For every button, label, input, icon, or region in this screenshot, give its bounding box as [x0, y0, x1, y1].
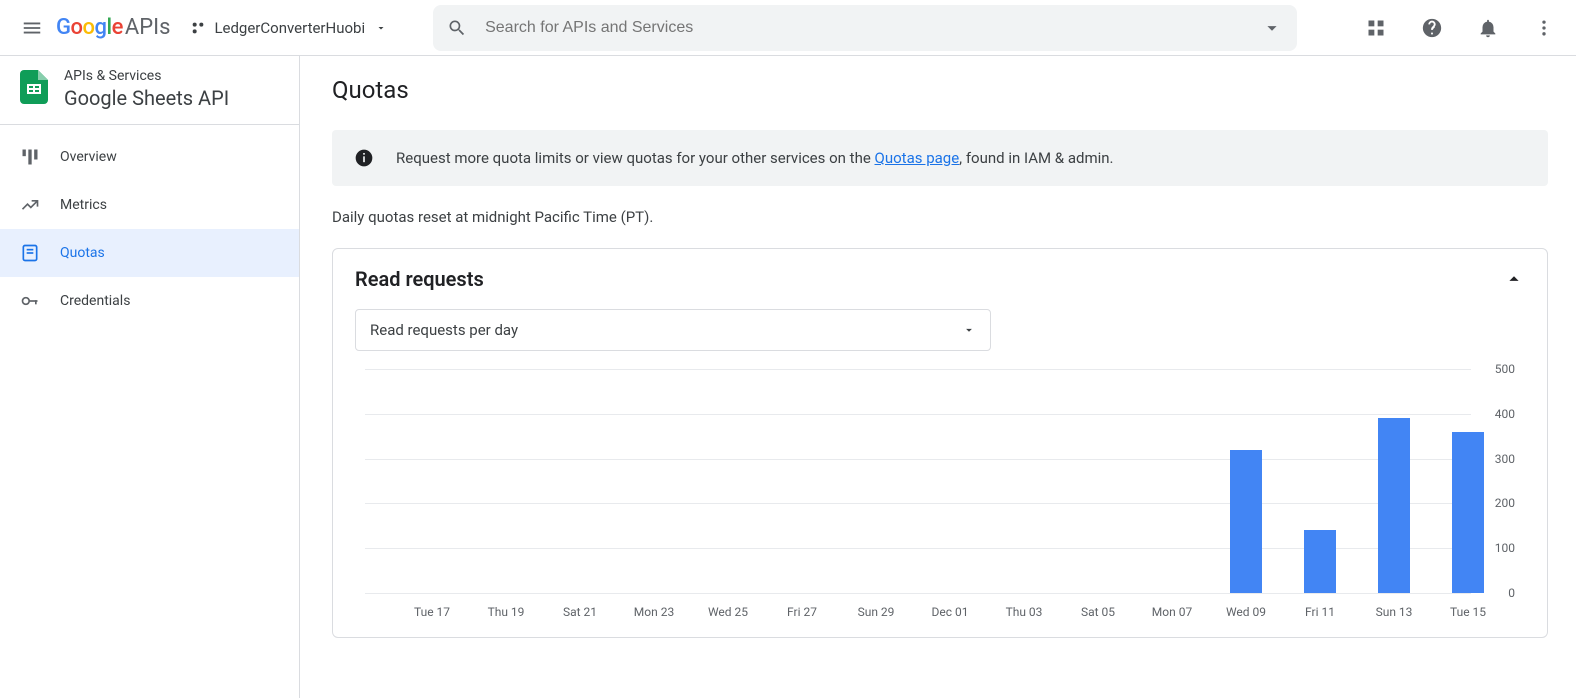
- chart-y-tick: 500: [1495, 362, 1515, 376]
- credentials-icon: [18, 291, 42, 311]
- info-text: Request more quota limits or view quotas…: [396, 149, 1114, 167]
- chart-x-tick: Wed 25: [708, 605, 748, 619]
- sidebar-item-credentials[interactable]: Credentials: [0, 277, 299, 325]
- read-requests-chart: 0100200300400500 Tue 17Thu 19Sat 21Mon 2…: [355, 369, 1471, 629]
- chart-x-tick: Thu 19: [488, 605, 525, 619]
- chart-x-tick: Sun 13: [1376, 605, 1413, 619]
- chart-bar: [1230, 450, 1262, 593]
- chart-gridline: [365, 459, 1471, 460]
- chart-x-tick: Mon 23: [634, 605, 674, 619]
- chart-bar: [1378, 418, 1410, 593]
- dropdown-value: Read requests per day: [370, 321, 518, 339]
- apis-label: APIs: [125, 15, 171, 40]
- search-icon: [447, 18, 467, 38]
- caret-down-icon: [962, 323, 976, 337]
- search-box[interactable]: [433, 5, 1297, 51]
- api-title: Google Sheets API: [64, 86, 229, 110]
- sidebar-header[interactable]: APIs & Services Google Sheets API: [0, 56, 299, 125]
- chart-gridline: [365, 414, 1471, 415]
- card-header[interactable]: Read requests: [355, 267, 1525, 291]
- chart-x-tick: Tue 15: [1450, 605, 1486, 619]
- card-title: Read requests: [355, 267, 484, 291]
- search-input[interactable]: [485, 19, 1261, 37]
- google-apis-logo[interactable]: Google APIs: [56, 15, 170, 40]
- project-picker[interactable]: LedgerConverterHuobi: [190, 19, 387, 37]
- chart-bar: [1452, 432, 1484, 593]
- sidebar: APIs & Services Google Sheets API Overvi…: [0, 56, 300, 698]
- sidebar-item-label: Metrics: [60, 197, 107, 213]
- bell-icon: [1477, 17, 1499, 39]
- chart-y-tick: 100: [1495, 541, 1515, 555]
- chart-gridline: [365, 369, 1471, 370]
- sidebar-item-quotas[interactable]: Quotas: [0, 229, 299, 277]
- sidebar-nav: Overview Metrics Quotas Credentials: [0, 125, 299, 325]
- notifications-button[interactable]: [1468, 8, 1508, 48]
- top-bar: Google APIs LedgerConverterHuobi: [0, 0, 1576, 56]
- sidebar-item-label: Overview: [60, 149, 117, 165]
- info-icon: [354, 148, 374, 168]
- chart-x-tick: Sun 29: [858, 605, 895, 619]
- quota-metric-dropdown[interactable]: Read requests per day: [355, 309, 991, 351]
- chart-y-tick: 200: [1495, 496, 1515, 510]
- sidebar-item-label: Quotas: [60, 245, 105, 261]
- chart-x-tick: Fri 27: [787, 605, 817, 619]
- quotas-page-link[interactable]: Quotas page: [875, 149, 960, 167]
- project-name: LedgerConverterHuobi: [214, 19, 365, 37]
- caret-down-icon: [375, 22, 387, 34]
- metrics-icon: [18, 195, 42, 215]
- chart-x-tick: Dec 01: [932, 605, 969, 619]
- chevron-up-icon: [1503, 268, 1525, 290]
- more-vert-icon: [1534, 18, 1554, 38]
- chart-x-tick: Sat 05: [1081, 605, 1115, 619]
- chart-gridline: [365, 503, 1471, 504]
- topbar-actions: [1356, 8, 1564, 48]
- quotas-icon: [18, 243, 42, 263]
- read-requests-card: Read requests Read requests per day 0 100…: [332, 248, 1548, 638]
- sheets-icon: [20, 70, 48, 104]
- help-button[interactable]: [1412, 8, 1452, 48]
- chevron-down-icon[interactable]: [1261, 17, 1283, 39]
- chart-y-tick: 300: [1495, 452, 1515, 466]
- overview-icon: [18, 147, 42, 167]
- chart-x-tick: Fri 11: [1305, 605, 1335, 619]
- reset-note: Daily quotas reset at midnight Pacific T…: [332, 208, 1548, 226]
- main-content: Quotas Request more quota limits or view…: [300, 56, 1576, 698]
- page-title: Quotas: [332, 76, 1548, 104]
- chart-bar: [1322, 584, 1336, 593]
- info-banner: Request more quota limits or view quotas…: [332, 130, 1548, 186]
- hamburger-menu-button[interactable]: [12, 8, 52, 48]
- chart-x-tick: Wed 09: [1226, 605, 1266, 619]
- breadcrumb[interactable]: APIs & Services: [64, 68, 229, 84]
- sidebar-item-label: Credentials: [60, 293, 130, 309]
- chart-x-tick: Sat 21: [563, 605, 597, 619]
- sidebar-item-overview[interactable]: Overview: [0, 133, 299, 181]
- chart-x-tick: Thu 03: [1006, 605, 1043, 619]
- chart-y-tick: 400: [1495, 407, 1515, 421]
- chart-y-tick: 0: [1508, 586, 1515, 600]
- gift-button[interactable]: [1356, 8, 1396, 48]
- hamburger-icon: [21, 17, 43, 39]
- sidebar-item-metrics[interactable]: Metrics: [0, 181, 299, 229]
- chart-x-tick: Mon 07: [1152, 605, 1192, 619]
- help-icon: [1421, 17, 1443, 39]
- chart-x-tick: Tue 17: [414, 605, 450, 619]
- more-button[interactable]: [1524, 8, 1564, 48]
- gift-icon: [1366, 18, 1386, 38]
- page-layout: APIs & Services Google Sheets API Overvi…: [0, 56, 1576, 698]
- project-icon: [190, 20, 206, 36]
